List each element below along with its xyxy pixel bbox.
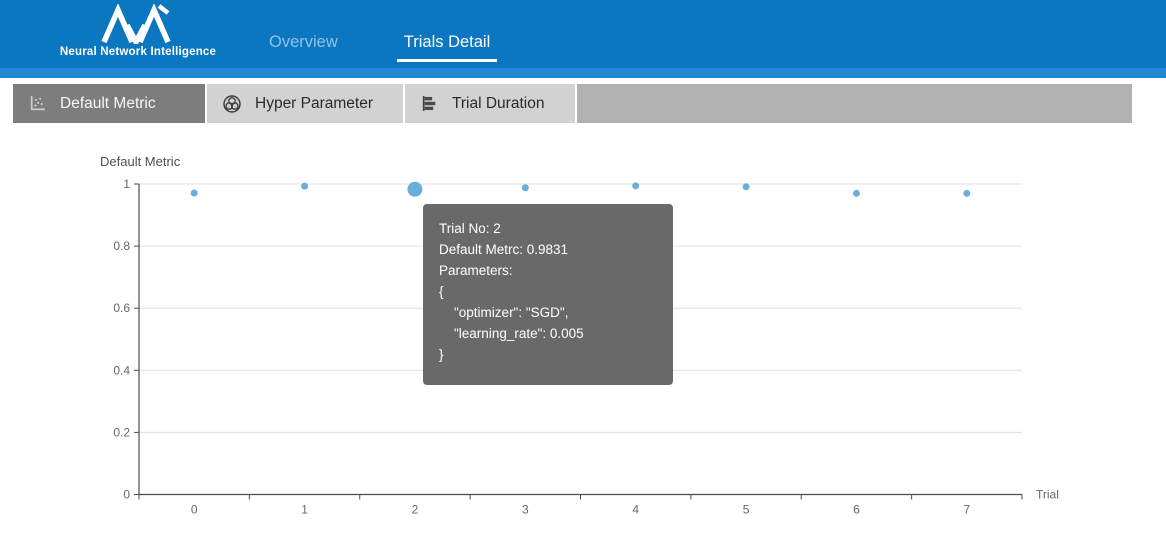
x-tick-label: 3 xyxy=(522,503,529,517)
scatter-point[interactable] xyxy=(522,184,529,191)
y-tick-label: 1 xyxy=(123,177,130,191)
y-tick-label: 0 xyxy=(123,488,130,502)
scatter-point[interactable] xyxy=(301,183,308,190)
chart-tooltip: Trial No: 2 Default Metrc: 0.9831 Parame… xyxy=(423,204,673,385)
tooltip-parameters-label: Parameters: xyxy=(439,260,657,281)
y-tick-label: 0.2 xyxy=(113,425,130,439)
scatter-point[interactable] xyxy=(743,183,750,190)
tooltip-param-learning-rate: "learning_rate": 0.005 xyxy=(439,323,657,344)
x-tick-label: 6 xyxy=(853,503,860,517)
x-tick-label: 5 xyxy=(743,503,750,517)
x-tick-label: 4 xyxy=(632,503,639,517)
y-tick-label: 0.4 xyxy=(113,363,130,377)
tooltip-brace-open: { xyxy=(439,281,657,302)
scatter-point[interactable] xyxy=(191,190,198,197)
tooltip-default-metric: Default Metrc: 0.9831 xyxy=(439,239,657,260)
x-tick-label: 2 xyxy=(412,503,419,517)
tooltip-trial-no: Trial No: 2 xyxy=(439,218,657,239)
scatter-point[interactable] xyxy=(632,182,639,189)
nni-app: Neural Network Intelligence Overview Tri… xyxy=(0,0,1166,549)
tooltip-brace-close: } xyxy=(439,344,657,365)
y-tick-label: 0.8 xyxy=(113,239,130,253)
x-tick-label: 0 xyxy=(191,503,198,517)
scatter-point[interactable] xyxy=(407,182,422,197)
x-tick-label: 7 xyxy=(963,503,970,517)
tooltip-param-optimizer: "optimizer": "SGD", xyxy=(439,302,657,323)
scatter-point[interactable] xyxy=(853,190,860,197)
y-tick-label: 0.6 xyxy=(113,301,130,315)
scatter-point[interactable] xyxy=(963,190,970,197)
x-axis-name: Trial xyxy=(1036,488,1059,502)
x-tick-label: 1 xyxy=(301,503,308,517)
